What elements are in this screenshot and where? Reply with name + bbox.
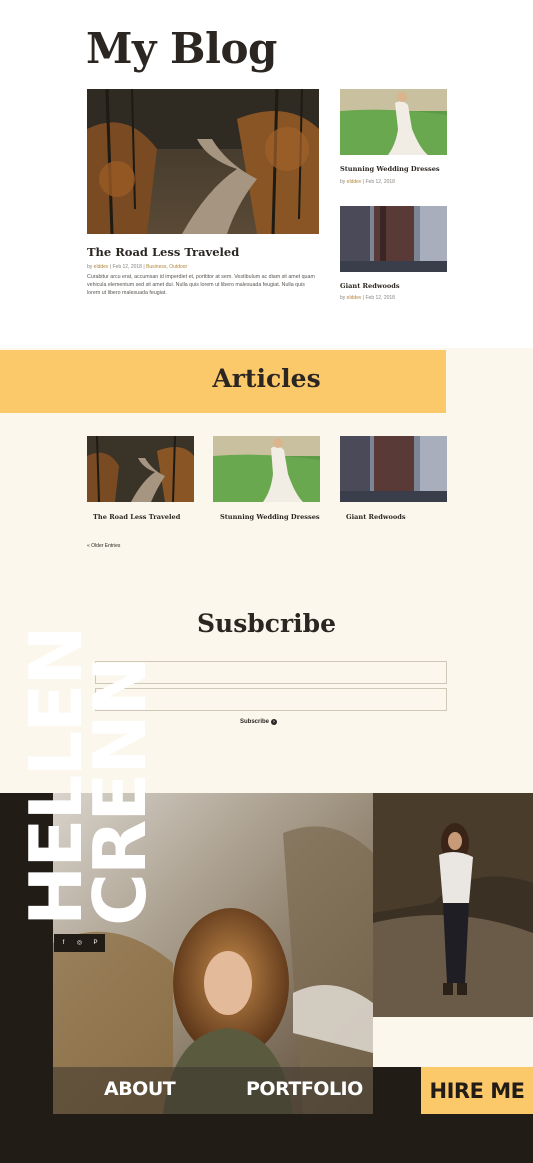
article-card-title[interactable]: The Road Less Traveled [93, 513, 180, 521]
hero-secondary-image [373, 793, 533, 1017]
featured-post-image[interactable] [87, 89, 319, 234]
meta-date: Feb 12, 2018 [365, 179, 395, 185]
meta-date: Feb 12, 2018 [112, 264, 142, 270]
arrow-right-circle-icon: › [271, 719, 278, 725]
featured-post-excerpt: Curabitur arcu erat, accumsan id imperdi… [87, 274, 315, 297]
meta-by: by [340, 295, 346, 301]
nav-portfolio-link[interactable]: PORTFOLIO [246, 1078, 363, 1100]
meta-by: by [87, 264, 93, 270]
featured-post-meta: by elddev | Feb 12, 2018 | Business, Out… [87, 264, 187, 270]
hero-cream-block [373, 1017, 533, 1067]
facebook-icon[interactable]: f [60, 940, 67, 947]
meta-author[interactable]: elddev [94, 264, 109, 270]
meta-date: Feb 12, 2018 [365, 295, 395, 301]
side-post-image[interactable] [340, 206, 447, 272]
article-card-image[interactable] [87, 436, 194, 502]
older-entries-link[interactable]: « Older Entries [87, 543, 120, 549]
meta-categories[interactable]: Business, Outdoor [146, 264, 187, 270]
meta-author[interactable]: elddev [347, 179, 362, 185]
article-card-title[interactable]: Stunning Wedding Dresses [220, 513, 320, 521]
subscribe-button-label: Subscribe [240, 719, 270, 725]
meta-separator: | [362, 179, 365, 185]
nav-about-link[interactable]: ABOUT [104, 1078, 176, 1100]
articles-heading: Articles [212, 364, 321, 393]
article-card-image[interactable] [340, 436, 447, 502]
subscribe-button[interactable]: Subscribe › [240, 717, 294, 727]
meta-author[interactable]: elddev [347, 295, 362, 301]
side-post-image[interactable] [340, 89, 447, 155]
hero-name-last: CRENN [78, 658, 162, 926]
meta-by: by [340, 179, 346, 185]
page-title: My Blog [86, 24, 277, 73]
side-post-title[interactable]: Giant Redwoods [340, 282, 400, 290]
pinterest-icon[interactable]: P [92, 940, 99, 947]
article-card-image[interactable] [213, 436, 320, 502]
side-post-title[interactable]: Stunning Wedding Dresses [340, 165, 440, 173]
side-post-meta: by elddev | Feb 12, 2018 [340, 295, 395, 301]
instagram-icon[interactable]: ◎ [76, 940, 83, 947]
meta-separator: | [143, 264, 145, 270]
side-post-meta: by elddev | Feb 12, 2018 [340, 179, 395, 185]
meta-separator: | [362, 295, 365, 301]
meta-separator: | [109, 264, 112, 270]
social-links: f ◎ P [54, 934, 105, 952]
hire-me-button[interactable]: HIRE ME [421, 1067, 533, 1114]
article-card-title[interactable]: Giant Redwoods [346, 513, 406, 521]
featured-post-title[interactable]: The Road Less Traveled [87, 245, 239, 259]
